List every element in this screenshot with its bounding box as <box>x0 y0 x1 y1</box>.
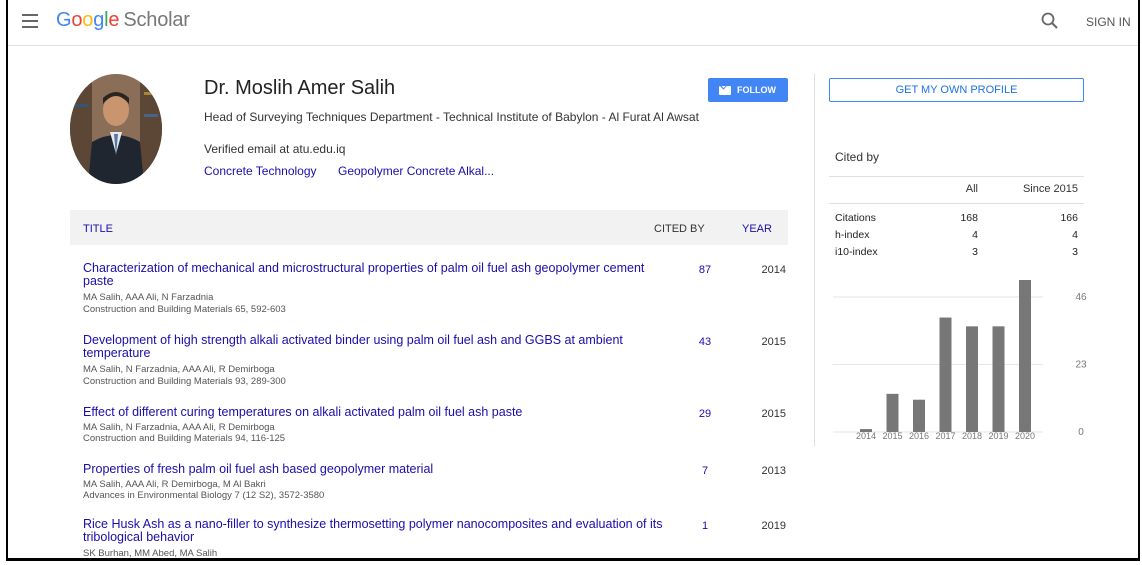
sign-in-link[interactable]: SIGN IN <box>1086 15 1131 29</box>
y-tick-label: 23 <box>1075 360 1087 371</box>
citations-all: 168 <box>960 212 978 224</box>
h-index-label: h-index <box>835 229 870 241</box>
table-row: Characterization of mechanical and micro… <box>70 262 788 322</box>
bar <box>992 326 1005 432</box>
interest-link[interactable]: Concrete Technology <box>204 164 317 178</box>
cited-by-heading: Cited by <box>835 150 880 164</box>
bar <box>913 399 925 432</box>
articles-table-header: TITLE CITED BY YEAR <box>70 210 788 245</box>
sort-by-year[interactable]: YEAR <box>742 223 772 235</box>
cited-by-count[interactable]: 7 <box>690 465 720 477</box>
profile-photo <box>70 74 162 184</box>
article-title[interactable]: Development of high strength alkali acti… <box>83 334 663 360</box>
cited-by-count[interactable]: 1 <box>690 520 720 532</box>
cited-by-count[interactable]: 29 <box>690 408 720 420</box>
top-bar: Google Scholar SIGN IN <box>8 0 1138 46</box>
x-tick-label: 2016 <box>909 431 929 441</box>
sort-by-title[interactable]: TITLE <box>83 223 113 235</box>
article-authors: SK Burhan, MM Abed, MA Salih <box>83 548 218 559</box>
col-all: All <box>965 183 978 195</box>
article-title[interactable]: Characterization of mechanical and micro… <box>83 262 663 288</box>
i10-index-since: 3 <box>1072 246 1078 258</box>
article-title[interactable]: Rice Husk Ash as a nano-filler to synthe… <box>83 518 663 544</box>
article-authors: MA Salih, N Farzadnia, AAA Ali, R Demirb… <box>83 422 275 433</box>
article-year: 2015 <box>761 408 786 420</box>
divider <box>829 203 1084 204</box>
bar <box>1019 280 1031 432</box>
divider <box>829 176 1084 177</box>
profile-email: Verified email at atu.edu.iq <box>204 142 346 156</box>
bar <box>886 393 899 432</box>
article-year: 2013 <box>761 465 786 477</box>
y-tick-label: 46 <box>1075 292 1087 303</box>
google-scholar-logo[interactable]: Google Scholar <box>56 9 190 32</box>
profile-affiliation: Head of Surveying Techniques Department … <box>204 110 699 124</box>
bar <box>966 326 978 432</box>
search-icon[interactable] <box>1040 11 1060 31</box>
x-tick-label: 2020 <box>1015 431 1035 441</box>
x-tick-label: 2014 <box>856 431 876 441</box>
col-since: Since 2015 <box>1022 183 1078 195</box>
article-title[interactable]: Effect of different curing temperatures … <box>83 406 663 419</box>
article-title[interactable]: Properties of fresh palm oil fuel ash ba… <box>83 463 663 476</box>
x-tick-label: 2019 <box>988 431 1008 441</box>
bar <box>939 317 952 432</box>
article-venue: Construction and Building Materials 94, … <box>83 433 286 444</box>
table-row: Rice Husk Ash as a nano-filler to synthe… <box>70 518 788 559</box>
table-row: Properties of fresh palm oil fuel ash ba… <box>70 463 788 523</box>
i10-index-label: i10-index <box>835 246 878 258</box>
y-tick-label: 0 <box>1078 427 1084 438</box>
article-venue: Construction and Building Materials 93, … <box>83 376 286 387</box>
get-my-own-profile-button[interactable]: GET MY OWN PROFILE <box>829 78 1084 102</box>
x-tick-label: 2017 <box>935 431 955 441</box>
article-authors: MA Salih, AAA Ali, N Farzadnia <box>83 292 214 303</box>
interest-link[interactable]: Geopolymer Concrete Alkal... <box>338 164 494 178</box>
x-tick-label: 2018 <box>962 431 982 441</box>
article-year: 2014 <box>761 264 786 276</box>
i10-index-all: 3 <box>972 246 978 258</box>
profile-name: Dr. Moslih Amer Salih <box>204 77 396 99</box>
table-row: Effect of different curing temperatures … <box>70 406 788 466</box>
article-year: 2015 <box>761 336 786 348</box>
citations-per-year-chart: 0 23 46 2014 2015 2016 2017 2018 2019 2020 <box>833 280 1087 441</box>
x-tick-label: 2015 <box>882 431 902 441</box>
scholar-page: Google Scholar SIGN IN Dr. Moslih Amer Sa… <box>6 0 1140 561</box>
sidebar-divider <box>814 74 815 446</box>
h-index-since: 4 <box>1072 229 1078 241</box>
article-authors: MA Salih, N Farzadnia, AAA Ali, R Demirb… <box>83 364 275 375</box>
hamburger-menu-icon[interactable] <box>22 14 38 28</box>
cited-by-count[interactable]: 43 <box>690 336 720 348</box>
mail-icon <box>719 86 731 95</box>
article-venue: Construction and Building Materials 65, … <box>83 304 286 315</box>
citations-label: Citations <box>835 212 876 224</box>
article-venue: Advances in Environmental Biology 7 (12 … <box>83 490 325 501</box>
follow-button[interactable]: FOLLOW <box>708 78 788 102</box>
article-year: 2019 <box>761 520 786 532</box>
sort-by-cited[interactable]: CITED BY <box>654 223 705 235</box>
citations-since: 166 <box>1060 212 1078 224</box>
table-row: Development of high strength alkali acti… <box>70 334 788 394</box>
h-index-all: 4 <box>972 229 978 241</box>
article-authors: MA Salih, AAA Ali, R Demirboga, M Al Bak… <box>83 479 266 490</box>
cited-by-count[interactable]: 87 <box>690 264 720 276</box>
